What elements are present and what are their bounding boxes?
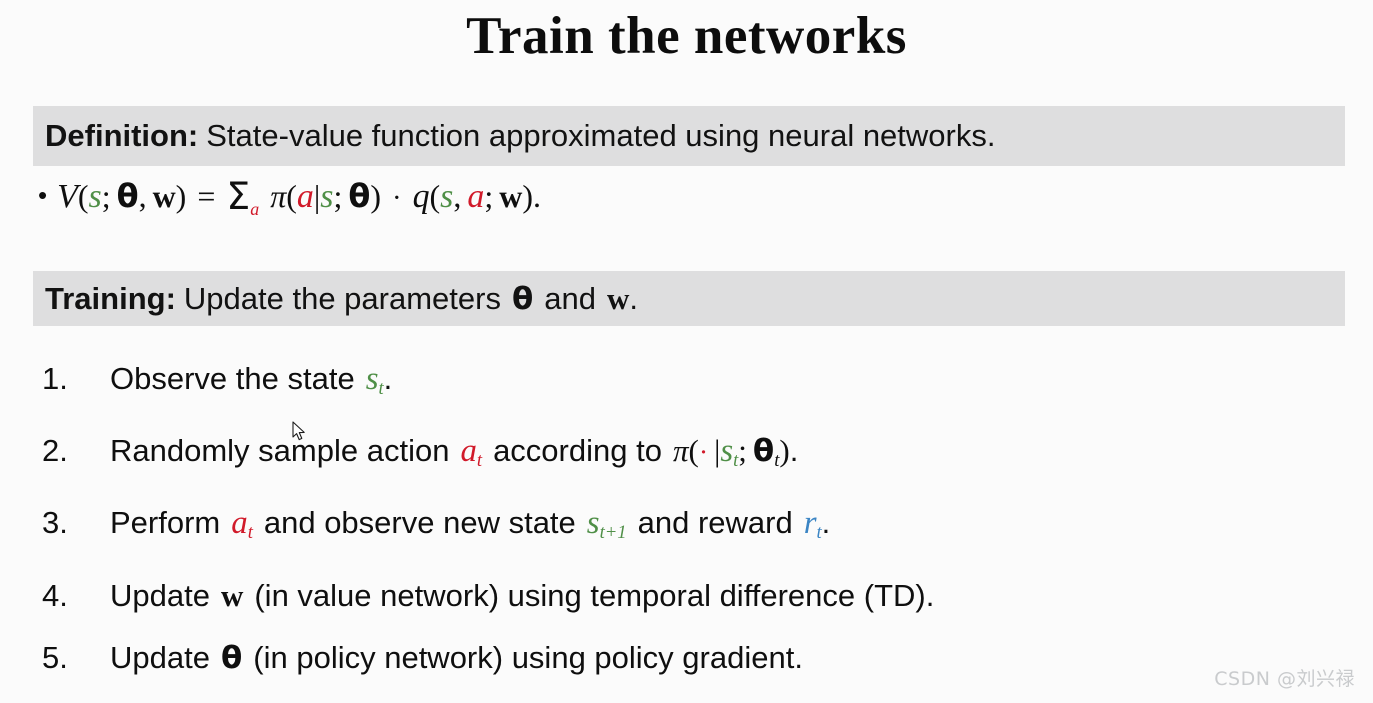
formula-w-1: w [152,178,176,214]
step1-text: Observe the state [110,361,355,396]
formula-lparen-3: ( [429,178,441,214]
step3-state-subscript: t+1 [599,522,627,544]
step-text: Observe the state st. [110,348,1342,420]
step2-pi-symbol: π [672,433,689,469]
step4-text-b: (in value network) using temporal differ… [254,577,935,613]
formula-comma-2: , [453,178,462,214]
slide-canvas: Train the networks Definition: State-val… [0,0,1373,703]
formula-w-2: w [499,178,523,214]
step5-text-a: Update [110,639,210,675]
step2-center-dot: · [698,437,709,469]
step2-rparen: ) [779,433,790,469]
step2-state-symbol: s [720,433,734,470]
step-text: Update θ (in policy network) using policy … [110,627,1342,689]
formula-semicolon-3: ; [484,178,494,214]
training-conjunction: and [544,280,597,316]
formula-theta-2: θ [348,177,371,215]
step2-action-subscript: t [476,450,483,472]
definition-text: State-value function approximated using … [206,118,996,153]
formula-pi: π [270,178,287,214]
step3-reward-symbol: r [803,505,817,542]
formula-s-2: s [320,178,334,215]
watermark: CSDN @刘兴禄 [1214,668,1355,690]
step5-text-b: (in policy network) using policy gradien… [253,639,803,675]
step3-action-subscript: t [247,522,253,544]
formula-rparen-1: ) [175,178,187,214]
list-item: 2. Randomly sample action at according to π… [42,420,1342,492]
step3-action-symbol: a [231,505,248,542]
step2-action-symbol: a [460,433,477,470]
list-item: 1. Observe the state st. [42,348,1342,420]
formula-equals: = [197,178,216,214]
page-title: Train the networks [466,7,907,65]
step2-lparen: ( [688,433,699,469]
step3-text-c: and reward [637,505,793,541]
step3-text-a: Perform [110,505,221,541]
summation-icon: Σ [226,174,251,218]
step4-text-a: Update [110,577,210,613]
formula-semicolon-1: ; [101,178,111,214]
formula-q: q [412,178,430,215]
definition-formula: • V(s; θ, w) = Σa π(a|s; θ) · q(s, a; w). [38,172,541,220]
training-w-symbol: w [607,280,630,316]
bullet-icon: • [38,180,48,211]
step-text: Perform at and observe new state st+1 and re… [110,492,1342,564]
list-item: 3. Perform at and observe new state st+1 and… [42,492,1342,564]
formula-a-1: a [296,178,314,215]
step-number: 4. [42,577,68,613]
definition-banner: Definition: State-value function approxi… [33,106,1345,166]
step1-period: . [383,361,393,396]
step-number: 1. [42,361,68,396]
formula-product-dot: · [391,182,402,214]
step4-w-symbol: w [220,577,244,613]
formula-rparen-3: ) [522,178,533,214]
step2-period: . [789,433,799,469]
list-item: 5. Update θ (in policy network) using poli… [42,627,1342,689]
step-text: Randomly sample action at according to π(· |… [110,420,1342,492]
training-label: Training: [45,280,176,316]
step2-semicolon: ; [738,433,747,469]
formula-theta-1: θ [116,177,139,215]
formula-sigma-subscript-a: a [250,199,260,220]
step5-theta-symbol: θ [220,639,243,676]
formula-semicolon-2: ; [333,178,343,214]
training-steps-list: 1. Observe the state s t. 2. Randomly samp… [42,348,1342,689]
formula-s-1: s [88,178,102,215]
step3-period: . [821,505,831,541]
step-text: Update w (in value network) using temporal… [110,565,1342,627]
step2-text-b: according to [493,433,662,469]
step-number: 5. [42,639,68,675]
formula-s-3: s [440,178,454,215]
step1-state-symbol: s [365,361,379,397]
training-period: . [629,280,639,316]
training-theta-symbol: θ [511,280,534,317]
formula-V: V [57,178,78,215]
formula-lparen-1: ( [77,178,89,214]
list-item: 4. Update w (in value network) using tempo… [42,565,1342,627]
formula-lparen-2: ( [286,178,297,214]
step-number: 2. [42,433,68,469]
step-number: 3. [42,505,68,541]
formula-rparen-2: ) [370,178,381,214]
step3-text-b: and observe new state [263,505,576,541]
formula-period: . [532,178,541,214]
training-text: Update the parameters [183,280,501,316]
formula-comma-1: , [138,178,147,214]
definition-label: Definition: [45,118,199,153]
step3-state-symbol: s [586,505,600,542]
step2-theta-symbol: θ [752,433,775,470]
formula-a-2: a [467,178,485,215]
training-banner: Training: Update the parameters θ and w. [33,271,1345,326]
step2-text-a: Randomly sample action [110,433,450,469]
